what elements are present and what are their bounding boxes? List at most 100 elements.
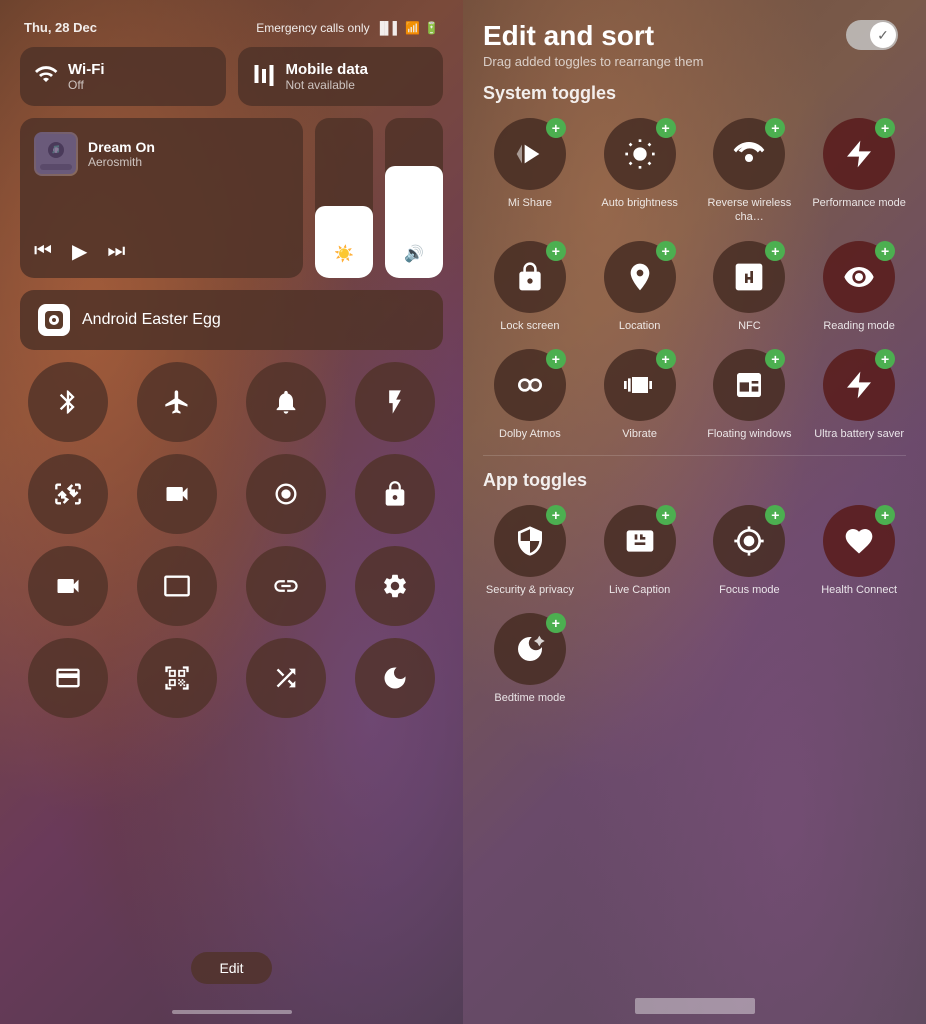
location-btn[interactable]: + (604, 241, 676, 313)
toggle-screenshot[interactable] (28, 454, 108, 534)
toggle-item-security: + Security & privacy (483, 505, 577, 597)
nfc-label: NFC (738, 319, 761, 333)
home-indicator-right (635, 998, 755, 1014)
nfc-plus: + (765, 241, 785, 261)
done-toggle[interactable]: ✓ (846, 20, 898, 50)
bedtime-label: Bedtime mode (494, 691, 565, 705)
toggle-moon[interactable] (355, 638, 435, 718)
toggle-screen-lock[interactable] (355, 454, 435, 534)
next-button[interactable]: ⏭ (107, 240, 125, 263)
vibrate-plus: + (656, 349, 676, 369)
toggle-link[interactable] (246, 546, 326, 626)
easter-egg-tile[interactable]: Android Easter Egg (20, 290, 443, 350)
system-toggles-grid: + Mi Share + Auto brightness + Reverse w… (483, 118, 906, 441)
left-panel: Thu, 28 Dec Emergency calls only ▐▌▌ 📶 🔋… (0, 0, 463, 1024)
reverse-wireless-btn[interactable]: + (713, 118, 785, 190)
toggle-settings[interactable] (355, 546, 435, 626)
home-indicator-left (172, 1010, 292, 1014)
health-connect-btn[interactable]: + (823, 505, 895, 577)
toggle-camera[interactable] (28, 546, 108, 626)
toggle-item-dolby-atmos: + Dolby Atmos (483, 349, 577, 441)
mi-share-btn[interactable]: + (494, 118, 566, 190)
app-toggles-grid: + Security & privacy + Live Caption + Fo… (483, 505, 906, 706)
bedtime-btn[interactable]: + (494, 613, 566, 685)
toggle-card[interactable] (28, 638, 108, 718)
dolby-atmos-btn[interactable]: + (494, 349, 566, 421)
floating-windows-plus: + (765, 349, 785, 369)
mobile-data-tile[interactable]: Mobile data Not available (238, 47, 444, 106)
wifi-tile-status: Off (68, 78, 105, 92)
toggle-item-focus-mode: + Focus mode (703, 505, 797, 597)
toggle-scan[interactable] (137, 638, 217, 718)
auto-brightness-plus: + (656, 118, 676, 138)
toggle-item-performance: + Performance mode (812, 118, 906, 225)
brightness-icon: ☀️ (334, 244, 354, 264)
security-plus: + (546, 505, 566, 525)
auto-brightness-label: Auto brightness (601, 196, 677, 210)
mobile-data-icon (252, 62, 276, 92)
live-caption-plus: + (656, 505, 676, 525)
security-btn[interactable]: + (494, 505, 566, 577)
toggle-item-reading-mode: + Reading mode (812, 241, 906, 333)
ultra-battery-label: Ultra battery saver (814, 427, 904, 441)
toggle-item-mi-share: + Mi Share (483, 118, 577, 225)
check-toggle-knob: ✓ (870, 22, 896, 48)
reverse-wireless-plus: + (765, 118, 785, 138)
edit-button[interactable]: Edit (191, 952, 271, 984)
wifi-tile-text: Wi-Fi Off (68, 61, 105, 92)
vibrate-btn[interactable]: + (604, 349, 676, 421)
toggle-item-vibrate: + Vibrate (593, 349, 687, 441)
toggle-airplane[interactable] (137, 362, 217, 442)
toggle-item-health-connect: + Health Connect (812, 505, 906, 597)
toggle-flashlight[interactable] (355, 362, 435, 442)
volume-slider[interactable]: 🔊 (385, 118, 443, 278)
dolby-atmos-label: Dolby Atmos (499, 427, 561, 441)
media-card: 🎵 Dream On Aerosmith ⏮ ▶ ⏭ (20, 118, 303, 278)
wifi-tile-icon (34, 62, 58, 92)
mobile-data-text: Mobile data Not available (286, 61, 369, 92)
reading-mode-plus: + (875, 241, 895, 261)
battery-icon: 🔋 (424, 21, 439, 35)
toggle-notifications[interactable] (246, 362, 326, 442)
mobile-data-status: Not available (286, 78, 369, 92)
toggle-bluetooth[interactable] (28, 362, 108, 442)
focus-mode-plus: + (765, 505, 785, 525)
mi-share-plus: + (546, 118, 566, 138)
ultra-battery-plus: + (875, 349, 895, 369)
toggle-item-auto-brightness: + Auto brightness (593, 118, 687, 225)
ultra-battery-btn[interactable]: + (823, 349, 895, 421)
nfc-btn[interactable]: + (713, 241, 785, 313)
toggle-item-nfc: + NFC (703, 241, 797, 333)
app-toggles-title: App toggles (483, 470, 906, 491)
toggle-item-bedtime: + Bedtime mode (483, 613, 577, 705)
wifi-tile[interactable]: Wi-Fi Off (20, 47, 226, 106)
auto-brightness-btn[interactable]: + (604, 118, 676, 190)
quick-toggles (20, 362, 443, 718)
bedtime-plus: + (546, 613, 566, 633)
edit-header: Edit and sort Drag added toggles to rear… (483, 20, 906, 69)
toggle-record[interactable] (246, 454, 326, 534)
toggle-screen-record[interactable] (137, 454, 217, 534)
album-art: 🎵 (34, 132, 78, 176)
prev-button[interactable]: ⏮ (34, 240, 52, 263)
floating-windows-btn[interactable]: + (713, 349, 785, 421)
volume-icon: 🔊 (404, 244, 424, 264)
media-artist: Aerosmith (88, 155, 289, 169)
focus-mode-btn[interactable]: + (713, 505, 785, 577)
right-panel: Edit and sort Drag added toggles to rear… (463, 0, 926, 1024)
live-caption-btn[interactable]: + (604, 505, 676, 577)
performance-plus: + (875, 118, 895, 138)
toggle-screen-mirror[interactable] (137, 546, 217, 626)
toggle-shuffle[interactable] (246, 638, 326, 718)
toggle-item-live-caption: + Live Caption (593, 505, 687, 597)
performance-mode-label: Performance mode (812, 196, 906, 210)
brightness-slider[interactable]: ☀️ (315, 118, 373, 278)
toggle-item-floating-windows: + Floating windows (703, 349, 797, 441)
performance-mode-btn[interactable]: + (823, 118, 895, 190)
play-button[interactable]: ▶ (72, 239, 87, 264)
status-right: Emergency calls only ▐▌▌ 📶 🔋 (256, 21, 439, 35)
section-divider (483, 455, 906, 456)
media-title: Dream On (88, 139, 289, 155)
reading-mode-btn[interactable]: + (823, 241, 895, 313)
lock-screen-btn[interactable]: + (494, 241, 566, 313)
